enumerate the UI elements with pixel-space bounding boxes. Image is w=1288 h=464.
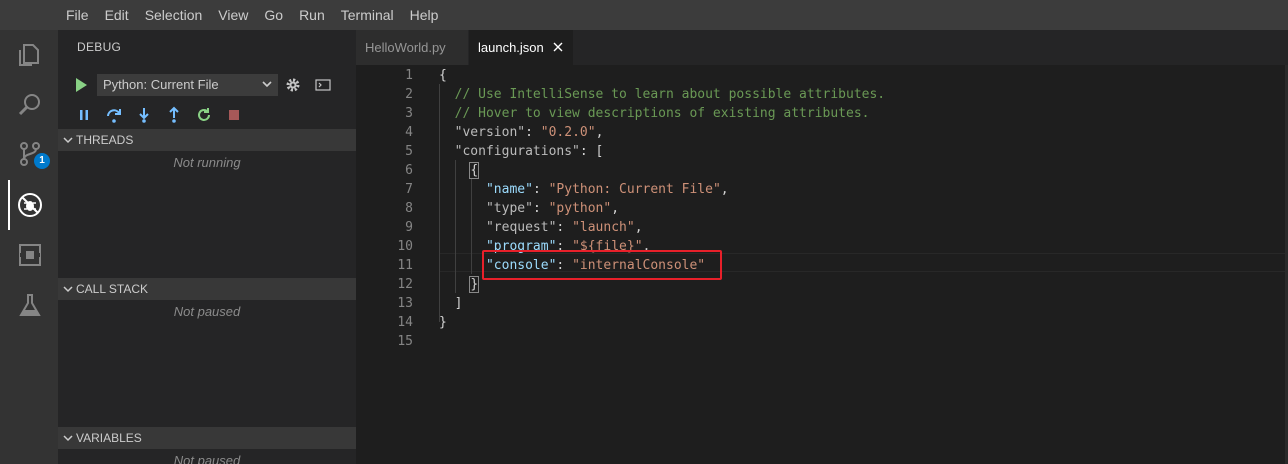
launch-config-label: Python: Current File	[103, 77, 219, 92]
menu-item-run[interactable]: Run	[291, 0, 333, 30]
extensions-icon[interactable]	[17, 242, 43, 268]
launch-config-select[interactable]: Python: Current File	[97, 74, 278, 96]
pause-icon[interactable]	[75, 106, 93, 124]
tab-label: HelloWorld.py	[365, 40, 446, 55]
menu-bar: File Edit Selection View Go Run Terminal Help	[0, 0, 1288, 30]
line-number: 14	[397, 315, 413, 330]
test-flask-icon[interactable]	[17, 292, 43, 318]
search-icon[interactable]	[17, 92, 43, 118]
line-number: 2	[405, 87, 413, 102]
chevron-down-icon	[262, 81, 272, 88]
chevron-down-icon	[63, 435, 73, 442]
code-line: // Use IntelliSense to learn about possi…	[439, 87, 886, 102]
debug-sidebar: DEBUG Python: Current File THREADS Not r…	[58, 30, 356, 464]
line-number: 9	[405, 220, 413, 235]
start-debugging-button[interactable]	[76, 78, 87, 92]
chevron-down-icon	[63, 137, 73, 144]
menu-item-selection[interactable]: Selection	[137, 0, 211, 30]
menu-item-view[interactable]: View	[210, 0, 256, 30]
variables-section-header[interactable]: VARIABLES	[58, 427, 356, 449]
code-line: }	[469, 276, 480, 293]
line-number: 1	[405, 68, 413, 83]
step-out-icon[interactable]	[165, 106, 183, 124]
variables-title: VARIABLES	[76, 431, 142, 445]
run-config-row: Python: Current File	[58, 74, 356, 96]
tab-helloworld[interactable]: HelloWorld.py	[356, 30, 468, 65]
restart-icon[interactable]	[195, 106, 213, 124]
editor-tab-bar: HelloWorld.py launch.json	[356, 30, 1288, 65]
code-line: // Hover to view descriptions of existin…	[439, 106, 870, 121]
active-indicator	[8, 180, 10, 230]
close-icon[interactable]	[553, 42, 563, 52]
call-stack-section-header[interactable]: CALL STACK	[58, 278, 356, 300]
menu-item-file[interactable]: File	[58, 0, 97, 30]
menu-item-terminal[interactable]: Terminal	[333, 0, 402, 30]
code-line: "request": "launch",	[485, 220, 643, 235]
code-line: "version": "0.2.0",	[454, 125, 604, 140]
code-line: ]	[439, 296, 463, 311]
explorer-icon[interactable]	[17, 42, 43, 68]
code-line: {	[439, 68, 447, 83]
threads-empty-text: Not running	[173, 155, 241, 170]
stop-icon[interactable]	[225, 106, 243, 124]
line-number: 4	[405, 125, 413, 140]
menu-item-edit[interactable]: Edit	[97, 0, 137, 30]
threads-section-header[interactable]: THREADS	[58, 129, 356, 151]
debug-icon[interactable]	[17, 192, 43, 218]
code-line: "configurations": [	[454, 144, 604, 159]
line-number: 13	[397, 296, 413, 311]
call-stack-empty-text: Not paused	[173, 304, 241, 319]
tab-launch-json[interactable]: launch.json	[469, 30, 573, 65]
line-number: 11	[397, 258, 413, 273]
line-number: 7	[405, 182, 413, 197]
scm-badge: 1	[34, 153, 50, 169]
annotation-highlight-box	[482, 250, 722, 280]
line-number: 5	[405, 144, 413, 159]
menu-item-go[interactable]: Go	[256, 0, 291, 30]
chevron-down-icon	[63, 286, 73, 293]
variables-empty-text: Not paused	[173, 453, 241, 464]
line-number: 6	[405, 163, 413, 178]
code-line: {	[469, 162, 480, 179]
line-number: 8	[405, 201, 413, 216]
code-line: "name": "Python: Current File",	[485, 182, 729, 197]
gear-icon[interactable]	[285, 77, 301, 93]
menu-items: File Edit Selection View Go Run Terminal Help	[58, 0, 446, 30]
call-stack-title: CALL STACK	[76, 282, 149, 296]
sidebar-title: DEBUG	[77, 40, 122, 54]
tab-label: launch.json	[478, 40, 544, 55]
line-number: 12	[397, 277, 413, 292]
line-number: 10	[397, 239, 413, 254]
line-number: 3	[405, 106, 413, 121]
code-line: "type": "python",	[485, 201, 620, 216]
menu-item-help[interactable]: Help	[402, 0, 447, 30]
activity-bar: 1	[0, 30, 58, 464]
debug-console-icon[interactable]	[315, 77, 331, 93]
code-line: }	[439, 315, 447, 330]
step-into-icon[interactable]	[135, 106, 153, 124]
line-number: 15	[397, 334, 413, 349]
threads-title: THREADS	[76, 133, 134, 147]
step-over-icon[interactable]	[105, 106, 123, 124]
debug-toolbar	[75, 106, 255, 124]
